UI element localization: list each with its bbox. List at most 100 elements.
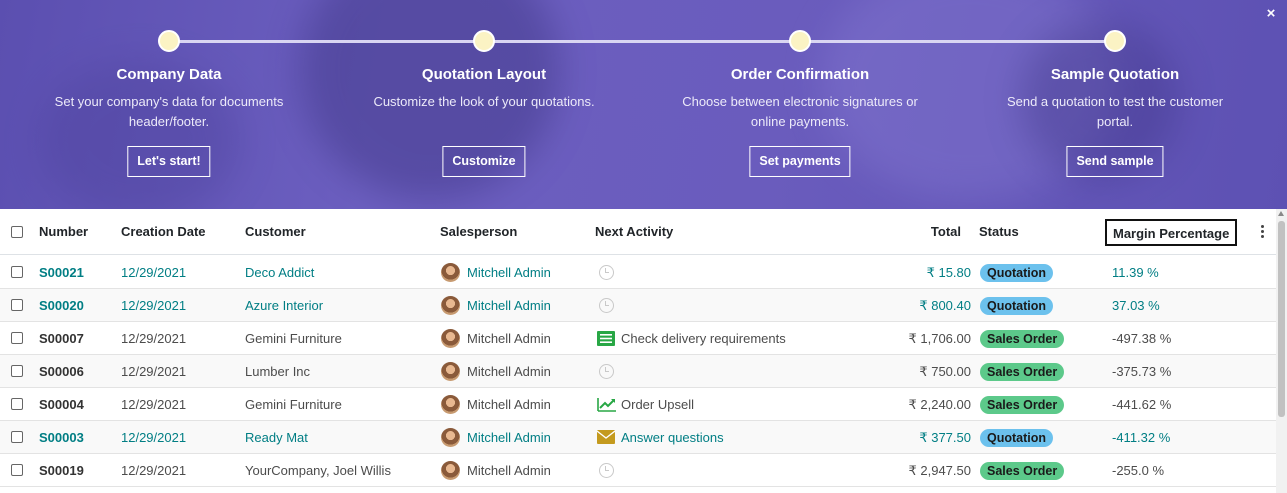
scroll-up-arrow-icon[interactable] [1278, 211, 1284, 216]
status-badge: Quotation [980, 297, 1054, 315]
salesperson-name: Mitchell Admin [467, 331, 551, 346]
creation-date: 12/29/2021 [121, 430, 187, 445]
customer-name: Azure Interior [245, 298, 324, 313]
line-chart-icon[interactable] [597, 397, 616, 412]
order-number: S00021 [39, 265, 84, 280]
creation-date: 12/29/2021 [121, 331, 187, 346]
order-number: S00003 [39, 430, 84, 445]
order-number: S00007 [39, 331, 84, 346]
margin-percentage: 37.03 % [1112, 298, 1160, 313]
step-description: Send a quotation to test the customer po… [1006, 94, 1224, 129]
optional-columns-icon[interactable] [1259, 225, 1265, 239]
order-number: S00020 [39, 298, 84, 313]
table-row[interactable]: S00019 12/29/2021 YourCompany, Joel Will… [0, 454, 1276, 487]
column-header-next-activity[interactable]: Next Activity [595, 209, 673, 255]
status-badge: Sales Order [980, 462, 1065, 480]
salesperson-name: Mitchell Admin [467, 298, 551, 313]
margin-percentage: -497.38 % [1112, 331, 1172, 346]
next-activity-label[interactable]: Order Upsell [621, 388, 694, 421]
step-description: Customize the look of your quotations. [373, 94, 595, 109]
column-header-margin-percentage[interactable]: Margin Percentage [1105, 219, 1238, 246]
close-banner-icon[interactable]: × [1263, 6, 1279, 22]
total-amount: ₹ 2,947.50 [908, 463, 972, 478]
step-dot [158, 30, 180, 52]
margin-percentage: 11.39 % [1112, 265, 1159, 280]
salesperson-name: Mitchell Admin [467, 463, 551, 478]
status-badge: Quotation [980, 429, 1054, 447]
total-amount: ₹ 750.00 [919, 364, 971, 379]
status-badge: Quotation [980, 264, 1054, 282]
total-amount: ₹ 1,706.00 [908, 331, 972, 346]
row-checkbox[interactable] [11, 365, 23, 377]
creation-date: 12/29/2021 [121, 463, 187, 478]
column-header-customer[interactable]: Customer [245, 209, 306, 255]
row-checkbox[interactable] [11, 464, 23, 476]
salesperson-name: Mitchell Admin [467, 430, 551, 445]
creation-date: 12/29/2021 [121, 364, 187, 379]
margin-percentage: -255.0 % [1112, 463, 1165, 478]
step-description: Set your company's data for documents he… [54, 94, 284, 129]
customer-name: Lumber Inc [245, 364, 311, 379]
row-checkbox[interactable] [11, 266, 23, 278]
creation-date: 12/29/2021 [121, 397, 187, 412]
scrollbar-thumb[interactable] [1278, 221, 1285, 417]
creation-date: 12/29/2021 [121, 265, 187, 280]
salesperson-name: Mitchell Admin [467, 265, 551, 280]
vertical-scrollbar[interactable] [1276, 209, 1287, 493]
order-number: S00004 [39, 397, 84, 412]
tasks-icon[interactable] [597, 331, 615, 346]
select-all-checkbox[interactable] [11, 226, 23, 238]
step-title: Order Confirmation [730, 66, 870, 83]
clock-icon[interactable] [599, 265, 614, 280]
step-title: Quotation Layout [421, 66, 547, 83]
step-description: Choose between electronic signatures or … [682, 94, 918, 129]
customer-name: Ready Mat [245, 430, 308, 445]
margin-percentage: -375.73 % [1112, 364, 1172, 379]
clock-icon[interactable] [599, 463, 614, 478]
envelope-icon[interactable] [596, 430, 616, 445]
customer-name: Gemini Furniture [245, 397, 342, 412]
set-payments-button[interactable]: Set payments [749, 146, 851, 177]
avatar [441, 296, 460, 315]
send-sample-button[interactable]: Send sample [1066, 146, 1164, 177]
customer-name: Gemini Furniture [245, 331, 342, 346]
column-header-total[interactable]: Total [861, 209, 961, 255]
total-amount: ₹ 15.80 [926, 265, 971, 280]
clock-icon[interactable] [599, 364, 614, 379]
table-row[interactable]: S00020 12/29/2021 Azure Interior Mitchel… [0, 289, 1276, 322]
row-checkbox[interactable] [11, 332, 23, 344]
row-checkbox[interactable] [11, 299, 23, 311]
margin-percentage: -411.32 % [1112, 430, 1171, 445]
table-row[interactable]: S00003 12/29/2021 Ready Mat Mitchell Adm… [0, 421, 1276, 454]
avatar [441, 461, 460, 480]
salesperson-name: Mitchell Admin [467, 364, 551, 379]
total-amount: ₹ 377.50 [919, 430, 971, 445]
row-checkbox[interactable] [11, 398, 23, 410]
customer-name: Deco Addict [245, 265, 315, 280]
lets-start-button[interactable]: Let's start! [127, 146, 211, 177]
creation-date: 12/29/2021 [121, 298, 187, 313]
avatar [441, 428, 460, 447]
step-dot [789, 30, 811, 52]
column-header-status[interactable]: Status [979, 209, 1019, 255]
status-badge: Sales Order [980, 363, 1065, 381]
row-checkbox[interactable] [11, 431, 23, 443]
next-activity-label[interactable]: Answer questions [621, 421, 724, 454]
step-dot [473, 30, 495, 52]
avatar [441, 362, 460, 381]
column-header-salesperson[interactable]: Salesperson [440, 209, 517, 255]
customize-button[interactable]: Customize [442, 146, 526, 177]
quotations-list: Number Creation Date Customer Salesperso… [0, 209, 1287, 493]
avatar [441, 263, 460, 282]
clock-icon[interactable] [599, 298, 614, 313]
next-activity-label[interactable]: Check delivery requirements [621, 322, 786, 355]
table-row[interactable]: S00021 12/29/2021 Deco Addict Mitchell A… [0, 256, 1276, 289]
onboarding-progress-line [168, 40, 1115, 43]
column-header-creation-date[interactable]: Creation Date [121, 209, 206, 255]
table-row[interactable]: S00006 12/29/2021 Lumber Inc Mitchell Ad… [0, 355, 1276, 388]
column-header-number[interactable]: Number [39, 209, 88, 255]
table-row[interactable]: S00007 12/29/2021 Gemini Furniture Mitch… [0, 322, 1276, 355]
table-row[interactable]: S00004 12/29/2021 Gemini Furniture Mitch… [0, 388, 1276, 421]
avatar [441, 395, 460, 414]
customer-name: YourCompany, Joel Willis [245, 463, 391, 478]
